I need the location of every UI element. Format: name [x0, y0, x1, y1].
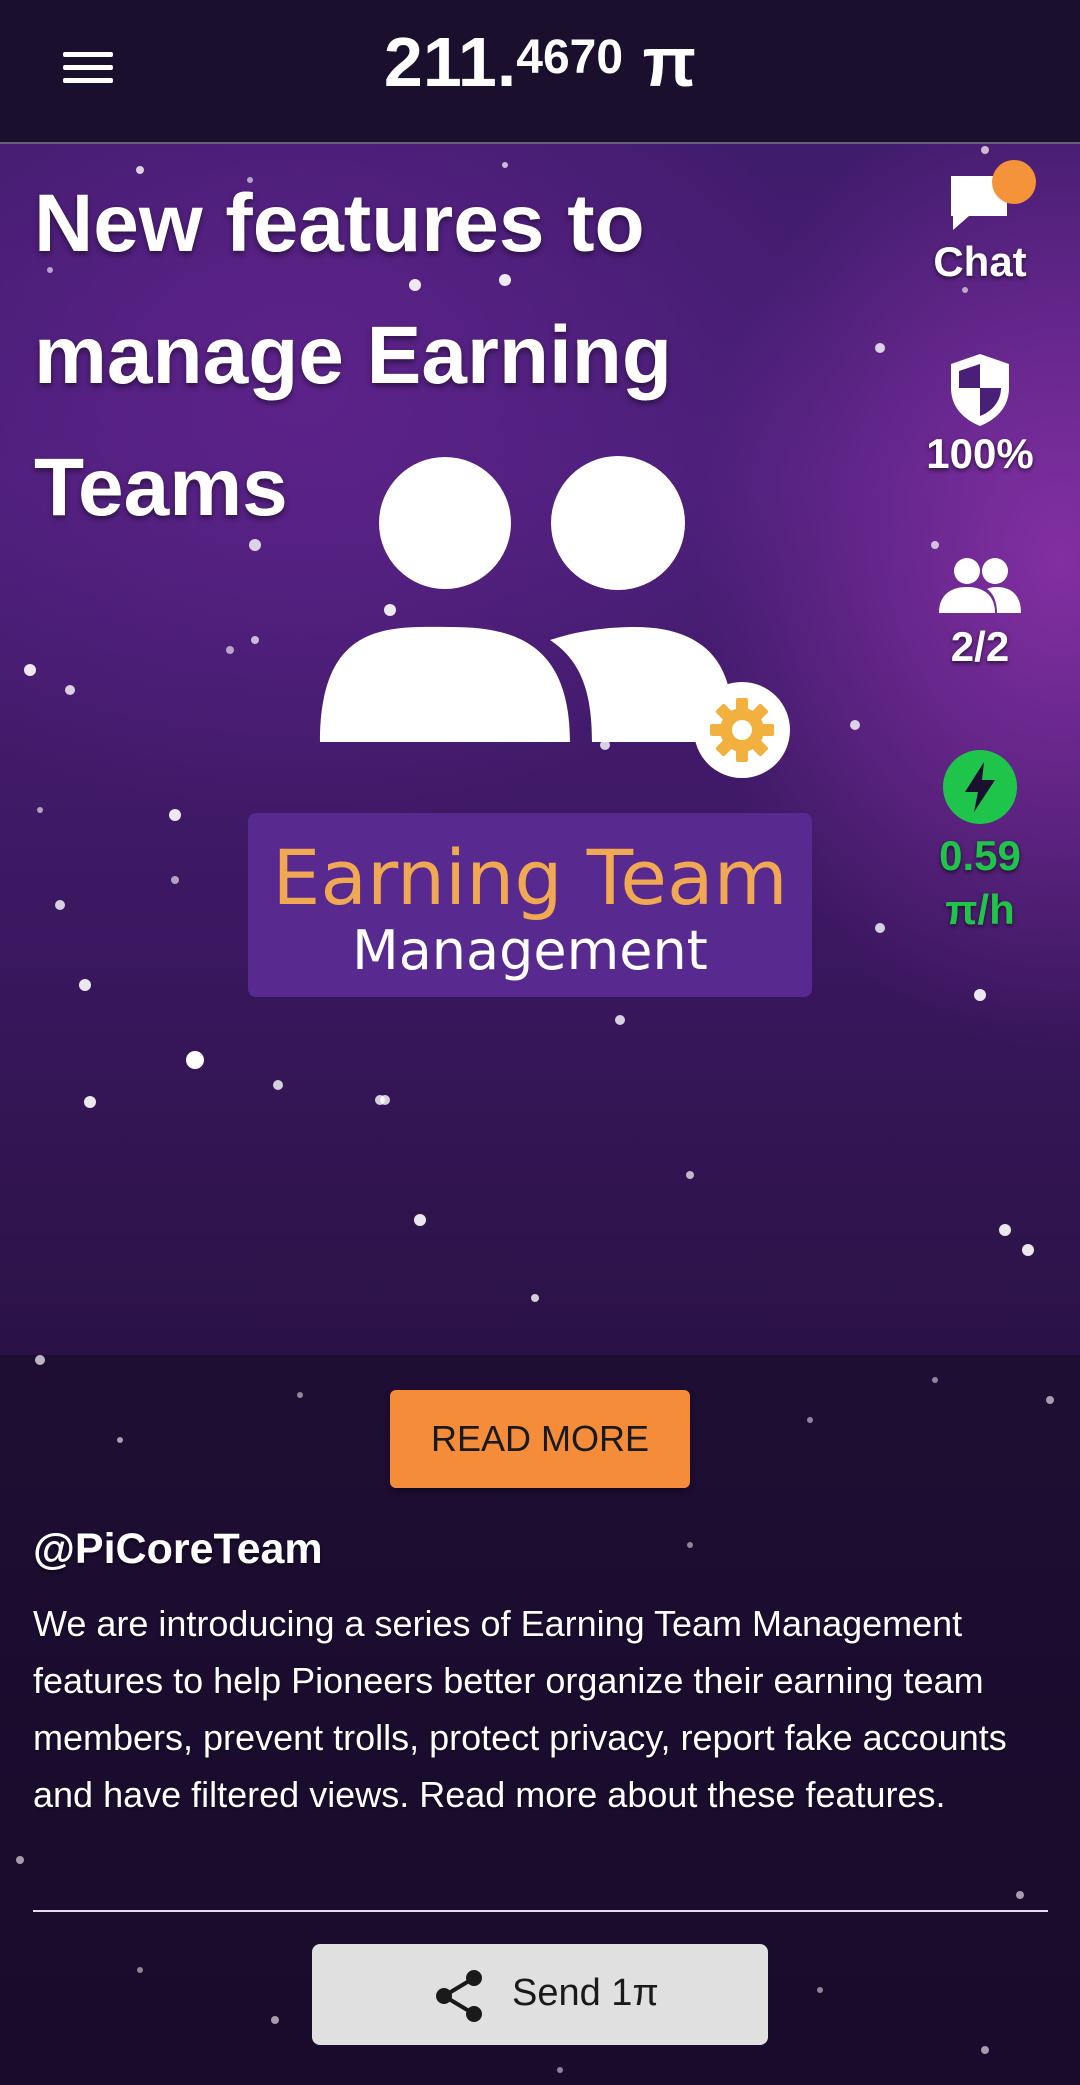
chat-button[interactable]: Chat — [900, 160, 1060, 286]
chat-notification-dot — [992, 160, 1036, 204]
lightning-icon — [943, 750, 1017, 824]
share-icon — [436, 1970, 482, 2022]
banner-title: Earning Team — [272, 833, 788, 922]
top-bar: 211.4670 π — [0, 0, 1080, 144]
read-more-button[interactable]: READ MORE — [390, 1390, 690, 1488]
security-status[interactable]: 100% — [900, 350, 1060, 478]
send-button[interactable]: Send 1π — [312, 1944, 768, 2045]
chat-label: Chat — [933, 238, 1027, 285]
balance-unit: π — [623, 23, 697, 101]
mining-rate[interactable]: 0.59 π/h — [900, 748, 1060, 934]
team-icon — [939, 558, 1021, 613]
security-value: 100% — [926, 430, 1034, 477]
rate-value: 0.59 — [939, 832, 1021, 879]
balance-decimals: 4670 — [516, 31, 624, 84]
person-head-left — [379, 457, 511, 589]
team-status[interactable]: 2/2 — [900, 555, 1060, 671]
balance-integer: 211. — [383, 23, 517, 101]
shield-icon — [951, 354, 1009, 426]
person-body-left — [320, 626, 570, 742]
author-handle: @PiCoreTeam — [33, 1525, 323, 1573]
news-body: We are introducing a series of Earning T… — [33, 1603, 1007, 1815]
pi-balance: 211.4670 π — [0, 22, 1080, 102]
person-head-right — [551, 456, 685, 590]
banner-subtitle: Management — [352, 919, 708, 982]
send-label: Send 1π — [512, 1972, 659, 2014]
earning-team-banner: Earning Team Management — [248, 813, 812, 997]
gear-icon — [694, 682, 790, 778]
rate-unit: π/h — [945, 886, 1015, 933]
divider — [33, 1910, 1048, 1912]
team-value: 2/2 — [950, 623, 1010, 670]
